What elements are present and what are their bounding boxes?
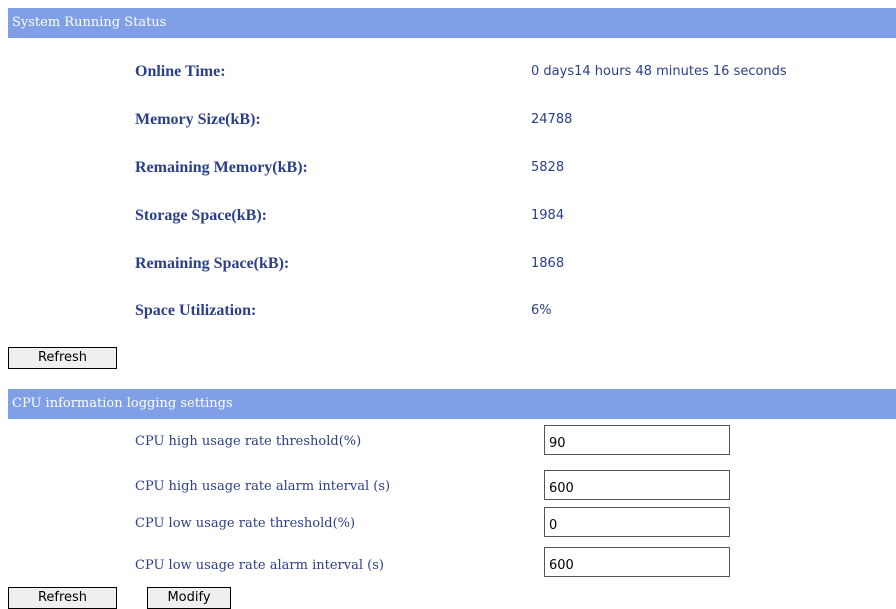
status-refresh-button[interactable]: Refresh: [8, 347, 117, 369]
modify-button[interactable]: Modify: [147, 587, 231, 609]
cpu-low-interval-label: CPU low usage rate alarm interval (s): [135, 558, 384, 573]
cpu-high-threshold-label: CPU high usage rate threshold(%): [135, 434, 362, 449]
memory-size-label: Memory Size(kB):: [135, 111, 261, 128]
cpu-high-interval-label: CPU high usage rate alarm interval (s): [135, 479, 391, 494]
cpu-high-interval-input[interactable]: [544, 470, 730, 500]
online-time-value: 0 days14 hours 48 minutes 16 seconds: [531, 64, 787, 79]
space-utilization-value: 6%: [531, 303, 552, 318]
remaining-space-label: Remaining Space(kB):: [135, 255, 290, 272]
online-time-label: Online Time:: [135, 63, 226, 80]
cpu-low-threshold-label: CPU low usage rate threshold(%): [135, 516, 356, 531]
remaining-space-value: 1868: [531, 256, 565, 271]
cpu-logging-header: CPU information logging settings: [8, 389, 896, 419]
cpu-low-threshold-input[interactable]: [544, 507, 730, 537]
system-status-header: System Running Status: [8, 8, 896, 38]
remaining-memory-value: 5828: [531, 160, 565, 175]
cpu-refresh-button[interactable]: Refresh: [8, 587, 117, 609]
cpu-low-interval-input[interactable]: [544, 547, 730, 577]
memory-size-value: 24788: [531, 112, 573, 127]
storage-space-value: 1984: [531, 208, 565, 223]
cpu-high-threshold-input[interactable]: [544, 425, 730, 455]
space-utilization-label: Space Utilization:: [135, 302, 257, 319]
storage-space-label: Storage Space(kB):: [135, 207, 267, 224]
remaining-memory-label: Remaining Memory(kB):: [135, 159, 308, 176]
